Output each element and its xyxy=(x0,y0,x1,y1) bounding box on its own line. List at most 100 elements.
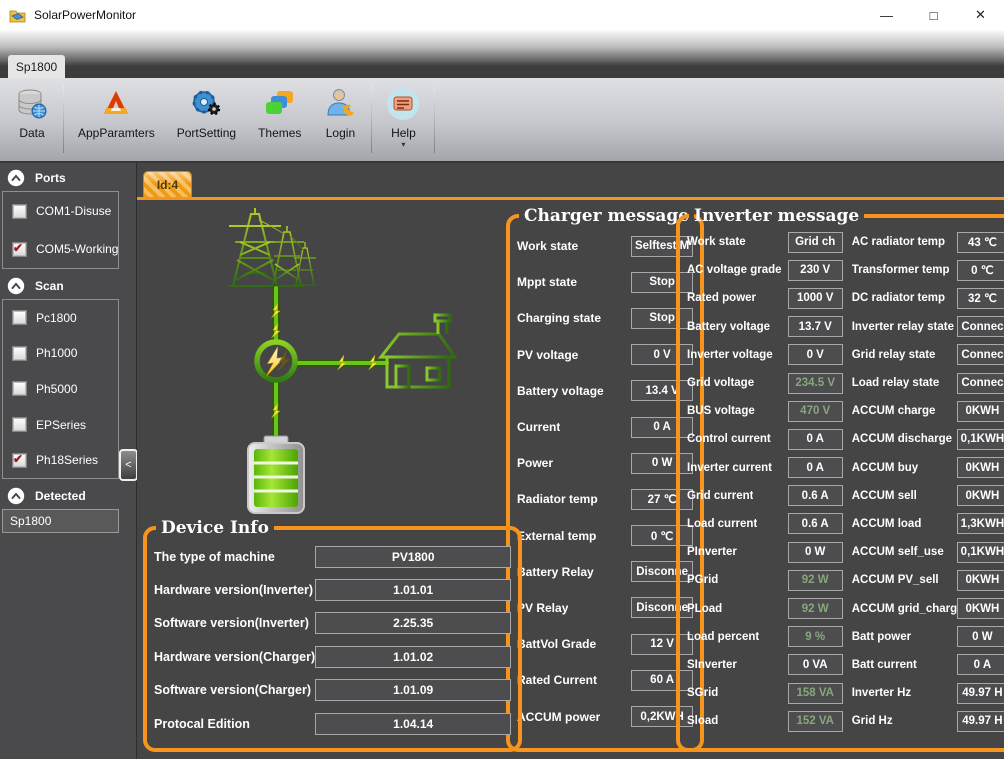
themes-button[interactable]: Themes xyxy=(247,78,312,161)
checkbox-icon[interactable] xyxy=(12,381,27,396)
field-value: 32 ℃ xyxy=(957,288,1004,309)
sidebar-section-detected[interactable]: Detected xyxy=(0,481,136,507)
app-parameters-button[interactable]: AppParamters xyxy=(67,78,166,161)
close-button[interactable]: ✕ xyxy=(957,0,1004,30)
field-value: 0 W xyxy=(957,626,1004,647)
field-value: 43 ℃ xyxy=(957,232,1004,253)
field-label: Load percent xyxy=(687,631,759,643)
checkbox-icon[interactable] xyxy=(12,242,27,257)
field-label: Load relay state xyxy=(852,377,940,389)
field-value: 2.25.35 xyxy=(315,612,511,634)
field-value: 0KWH xyxy=(957,570,1004,591)
field-value: 1000 V xyxy=(788,288,843,309)
power-flow-diagram xyxy=(137,200,507,520)
field-label: Inverter relay state xyxy=(852,321,954,333)
checkbox-icon[interactable] xyxy=(12,417,27,432)
field-row: Protocal Edition 1.04.14 xyxy=(153,707,512,740)
field-label: Battery voltage xyxy=(687,321,770,333)
field-row: Grid current 0.6 A xyxy=(686,482,844,510)
checkbox-icon[interactable] xyxy=(12,310,27,325)
checkbox-icon[interactable] xyxy=(12,453,27,468)
sidebar-section-scan[interactable]: Scan xyxy=(0,271,136,297)
help-button[interactable]: Help ▾ xyxy=(375,78,431,161)
port-checkbox-row[interactable]: COM1-Disuse xyxy=(3,192,118,230)
sidebar-section-ports[interactable]: Ports xyxy=(0,163,136,189)
field-value: Connec xyxy=(957,344,1004,365)
field-label: Inverter voltage xyxy=(687,349,773,361)
field-row: PInverter 0 W xyxy=(686,538,844,566)
field-row: Work state Grid ch xyxy=(686,228,844,256)
field-label: ACCUM load xyxy=(852,518,922,530)
device-info-rows: The type of machine PV1800 Hardware vers… xyxy=(153,540,512,740)
port-setting-button[interactable]: PortSetting xyxy=(166,78,247,161)
field-row: PV voltage 0 V xyxy=(516,337,694,373)
chevron-up-circle-icon xyxy=(7,487,25,505)
field-row: SGrid 158 VA xyxy=(686,679,844,707)
field-row: ACCUM grid_charge 0KWH xyxy=(851,594,1004,622)
window-controls: — □ ✕ xyxy=(863,0,1004,30)
field-label: ACCUM power xyxy=(517,710,600,724)
field-label: PV Relay xyxy=(517,601,568,615)
field-label: Hardware version(Charger) xyxy=(154,650,315,664)
field-label: Grid Hz xyxy=(852,715,893,727)
charger-rows: Work state Selftest M Mppt state Stop Ch… xyxy=(516,228,694,735)
field-row: Batt power 0 W xyxy=(851,623,1004,651)
scan-checkbox-row[interactable]: Ph1000 xyxy=(3,336,118,372)
detected-device-item[interactable]: Sp1800 xyxy=(2,509,119,533)
field-label: AC voltage grade xyxy=(687,264,782,276)
scan-checkbox-row[interactable]: Ph18Series xyxy=(3,442,118,478)
field-row: ACCUM discharge 0,1KWH xyxy=(851,425,1004,453)
scan-checkbox-row[interactable]: EPSeries xyxy=(3,407,118,443)
checkbox-label: Ph1000 xyxy=(36,346,77,360)
field-value: 0 A xyxy=(788,429,843,450)
field-value: 9 % xyxy=(788,626,843,647)
field-row: ACCUM PV_sell 0KWH xyxy=(851,566,1004,594)
login-button[interactable]: Login xyxy=(312,78,368,161)
field-label: Software version(Inverter) xyxy=(154,616,309,630)
inverter-right-column: AC radiator temp 43 ℃ Transformer temp 0… xyxy=(851,228,1004,735)
field-row: Software version(Inverter) 2.25.35 xyxy=(153,607,512,640)
field-row: Control current 0 A xyxy=(686,425,844,453)
field-value: 0 A xyxy=(788,457,843,478)
field-label: PGrid xyxy=(687,574,718,586)
minimize-button[interactable]: — xyxy=(863,0,910,30)
field-row: Power 0 W xyxy=(516,445,694,481)
app-logo-icon xyxy=(9,8,26,23)
data-button-label: Data xyxy=(19,126,44,140)
scan-checkbox-row[interactable]: Pc1800 xyxy=(3,300,118,336)
field-value: 0KWH xyxy=(957,485,1004,506)
data-button[interactable]: Data xyxy=(4,78,60,161)
field-label: Grid relay state xyxy=(852,349,936,361)
field-row: ACCUM power 0,2KWH xyxy=(516,698,694,734)
field-label: Protocal Edition xyxy=(154,717,250,731)
field-label: Batt power xyxy=(852,631,911,643)
field-label: BUS voltage xyxy=(687,405,755,417)
user-wrench-icon xyxy=(323,87,357,121)
field-label: Work state xyxy=(517,239,578,253)
field-label: Batt current xyxy=(852,659,917,671)
field-label: BattVol Grade xyxy=(517,637,596,651)
field-row: Software version(Charger) 1.01.09 xyxy=(153,674,512,707)
field-label: Hardware version(Inverter) xyxy=(154,583,313,597)
field-row: AC radiator temp 43 ℃ xyxy=(851,228,1004,256)
field-label: Grid current xyxy=(687,490,753,502)
help-label: Help xyxy=(391,126,416,140)
field-label: External temp xyxy=(517,529,596,543)
sidebar-collapse-button[interactable]: < xyxy=(119,449,138,481)
scan-checkbox-row[interactable]: Ph5000 xyxy=(3,371,118,407)
field-value: 49.97 H xyxy=(957,711,1004,732)
port-checkbox-row[interactable]: COM5-Working xyxy=(3,230,118,268)
checkbox-icon[interactable] xyxy=(12,346,27,361)
maximize-button[interactable]: □ xyxy=(910,0,957,30)
device-tab-id4[interactable]: Id:4 xyxy=(143,171,192,199)
field-row: Battery Relay Disconne xyxy=(516,554,694,590)
field-row: External temp 0 ℃ xyxy=(516,518,694,554)
field-row: Hardware version(Charger) 1.01.02 xyxy=(153,640,512,673)
field-value: 0 A xyxy=(957,654,1004,675)
field-row: Battery voltage 13.7 V xyxy=(686,313,844,341)
field-label: SGrid xyxy=(687,687,718,699)
checkbox-icon[interactable] xyxy=(12,204,27,219)
ribbon-tab-sp1800[interactable]: Sp1800 xyxy=(8,55,65,78)
chevron-up-circle-icon xyxy=(7,169,25,187)
field-value: 1.01.09 xyxy=(315,679,511,701)
